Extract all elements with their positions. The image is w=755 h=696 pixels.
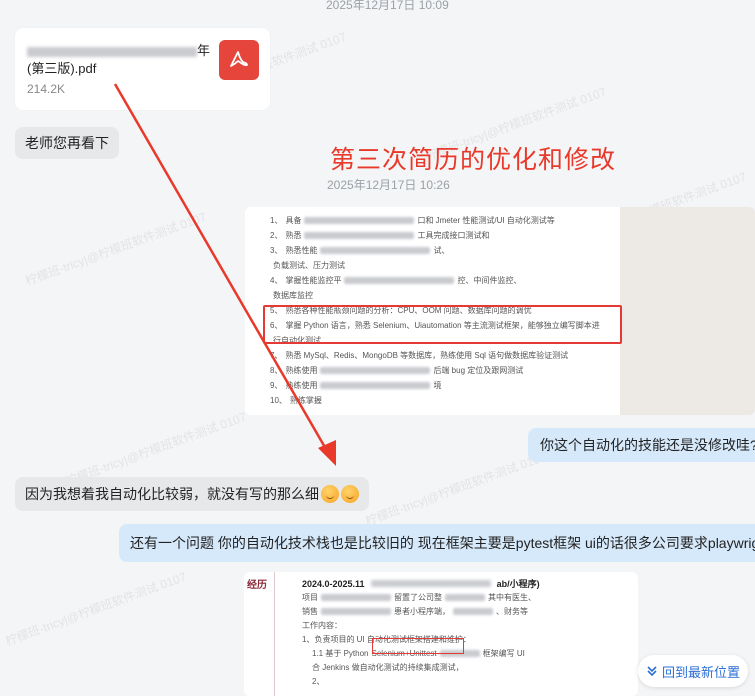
resume-line-number: 1、 (270, 216, 283, 225)
resume-line-number: 3、 (270, 246, 283, 255)
resume-line-text: 控、中间件监控、 (457, 276, 522, 285)
resume-line-number: 7、 (270, 351, 283, 360)
resume-line: 2、 熟悉 工具完成接口测试和 (270, 230, 489, 241)
redacted-text (320, 247, 431, 254)
image-side-strip (620, 207, 755, 415)
resume-line-text: 境 (433, 381, 442, 390)
resume-line-text: 熟悉性能 (285, 246, 318, 255)
section-divider (274, 572, 275, 696)
file-size: 214.2K (27, 82, 66, 96)
resume-line: 负载测试、压力测试 (270, 260, 345, 271)
message-text: 还有一个问题 你的自动化技术栈也是比较旧的 现在框架主要是pytest框架 ui… (130, 535, 755, 551)
resume-line-text: 熟练掌握 (289, 396, 322, 405)
resume-screenshot-1[interactable]: 1、 具备 口和 Jmeter 性能测试/UI 自动化测试等 2、 熟悉 工具完成接口测试… (245, 207, 755, 415)
redacted-text (320, 367, 431, 374)
resume-line-text: 留置了公司整 (394, 593, 442, 602)
resume-line-text: 、财务等 (496, 607, 528, 616)
resume-line-text: 合 Jenkins 做自动化测试的持续集成测试， (312, 663, 464, 672)
message-text: 你这个自动化的技能还是没修改哇? (540, 437, 755, 453)
resume-line-number: 9、 (270, 381, 283, 390)
highlight-box (372, 638, 464, 654)
resume-line: 1、 具备 口和 Jmeter 性能测试/UI 自动化测试等 (270, 215, 555, 226)
resume-line-text: 熟练使用 (285, 366, 318, 375)
resume-line-text: 具备 (285, 216, 302, 225)
resume-line: 工作内容： (302, 620, 342, 631)
back-to-latest-label: 回到最新位置 (661, 664, 740, 680)
redacted-text (304, 217, 415, 224)
resume-line-text: 熟悉 MySql、Redis、MongoDB 等数据库，熟练使用 Sql 语句做… (285, 351, 569, 360)
resume-line: 10、 熟练掌握 (270, 395, 322, 406)
resume-line: 8、 熟练使用 后端 bug 定位及跟网测试 (270, 365, 523, 376)
resume-line-text: 项目 (302, 593, 318, 602)
resume-line: 2、 (312, 676, 324, 687)
highlight-box (263, 305, 622, 344)
resume-line: 4、 掌握性能监控平 控、中间件监控、 (270, 275, 521, 286)
resume-line-text: 熟练使用 (285, 381, 318, 390)
section-label: 经历 (247, 580, 267, 591)
redacted-text (304, 232, 415, 239)
resume-line-text: 销售 (302, 607, 318, 616)
timestamp: 2025年12月17日 10:09 (326, 0, 449, 12)
back-to-latest-button[interactable]: 回到最新位置 (638, 655, 748, 687)
resume-line-text: 数据库监控 (273, 291, 313, 300)
watermark: 柠檬班-tricy|@柠檬班软件测试 0107 (3, 569, 189, 649)
resume-line-text: 1.1 基于 Python (312, 649, 369, 658)
file-name-line-2: (第三版).pdf (27, 61, 97, 76)
watermark: 柠檬班-tricy|@柠檬班软件测试 0107 (363, 449, 549, 529)
redacted-text (445, 594, 485, 601)
resume-line-text: 其中有医生、 (488, 593, 536, 602)
project-header: 2024.0-2025.11 ab/小程序) (302, 577, 540, 590)
resume-line: 项目 留置了公司整 其中有医生、 (302, 592, 536, 603)
file-message-card[interactable]: 年 (第三版).pdf 214.2K (15, 28, 270, 110)
resume-line-number: 8、 (270, 366, 283, 375)
resume-line-text: 框架编写 UI (482, 649, 525, 658)
resume-line-text: 熟悉 (285, 231, 302, 240)
annotation-title: 第三次简历的优化和修改 (330, 146, 617, 174)
message-text: 老师您再看下 (25, 135, 109, 151)
resume-line-number: 2、 (270, 231, 283, 240)
smile-emoji-icon (321, 485, 339, 503)
resume-line: 数据库监控 (270, 290, 313, 301)
message-bubble-question: 你这个自动化的技能还是没修改哇? (528, 428, 755, 462)
message-bubble: 老师您再看下 (15, 127, 119, 159)
message-bubble-reply: 因为我想着我自动化比较弱，就没有写的那么细 (15, 477, 369, 511)
watermark: 柠檬班-tricy|@柠檬班软件测试 0107 (23, 209, 209, 289)
redacted-text (344, 277, 455, 284)
smile-emoji-icon (341, 485, 359, 503)
resume-line-text: 口和 Jmeter 性能测试/UI 自动化测试等 (417, 216, 555, 225)
resume-line-number: 4、 (270, 276, 283, 285)
resume-line-text: 后端 bug 定位及跟网测试 (433, 366, 524, 375)
double-chevron-down-icon (647, 666, 657, 677)
resume-line-text: 掌握性能监控平 (285, 276, 342, 285)
resume-line-text: 2、 (312, 677, 325, 686)
timestamp: 2025年12月17日 10:26 (327, 178, 450, 192)
resume-line-text: 患者小程序端， (394, 607, 450, 616)
resume-line-text: 工具完成接口测试和 (417, 231, 490, 240)
redacted-text (27, 46, 197, 57)
redacted-text (453, 608, 493, 615)
pdf-icon (219, 40, 259, 80)
resume-screenshot-2[interactable]: 经历 2024.0-2025.11 ab/小程序) 项目 留置了公司整 其中有医生、… (244, 572, 638, 696)
redacted-text (321, 608, 391, 615)
redacted-text (321, 594, 391, 601)
resume-line: 销售 患者小程序端， 、财务等 (302, 606, 528, 617)
redacted-text (320, 382, 431, 389)
message-text: 因为我想着我自动化比较弱，就没有写的那么细 (25, 486, 319, 502)
resume-line: 9、 熟练使用 境 (270, 380, 441, 391)
resume-line: 合 Jenkins 做自动化测试的持续集成测试， (312, 662, 464, 673)
file-name-suffix: 年 (197, 43, 211, 58)
resume-line: 7、 熟悉 MySql、Redis、MongoDB 等数据库，熟练使用 Sql 语… (270, 350, 568, 361)
resume-line: 3、 熟悉性能 试、 (270, 245, 449, 256)
resume-line-text: 负载测试、压力测试 (273, 261, 345, 270)
resume-line-text: 试、 (433, 246, 450, 255)
resume-line-text: 工作内容： (302, 621, 342, 630)
resume-line-number: 10、 (270, 396, 287, 405)
redacted-text (370, 580, 491, 587)
file-name: 年 (第三版).pdf (27, 42, 212, 78)
project-type: ab/小程序) (496, 579, 540, 589)
message-bubble-issue: 还有一个问题 你的自动化技术栈也是比较旧的 现在框架主要是pytest框架 ui… (119, 524, 755, 562)
project-date: 2024.0-2025.11 (302, 578, 365, 589)
